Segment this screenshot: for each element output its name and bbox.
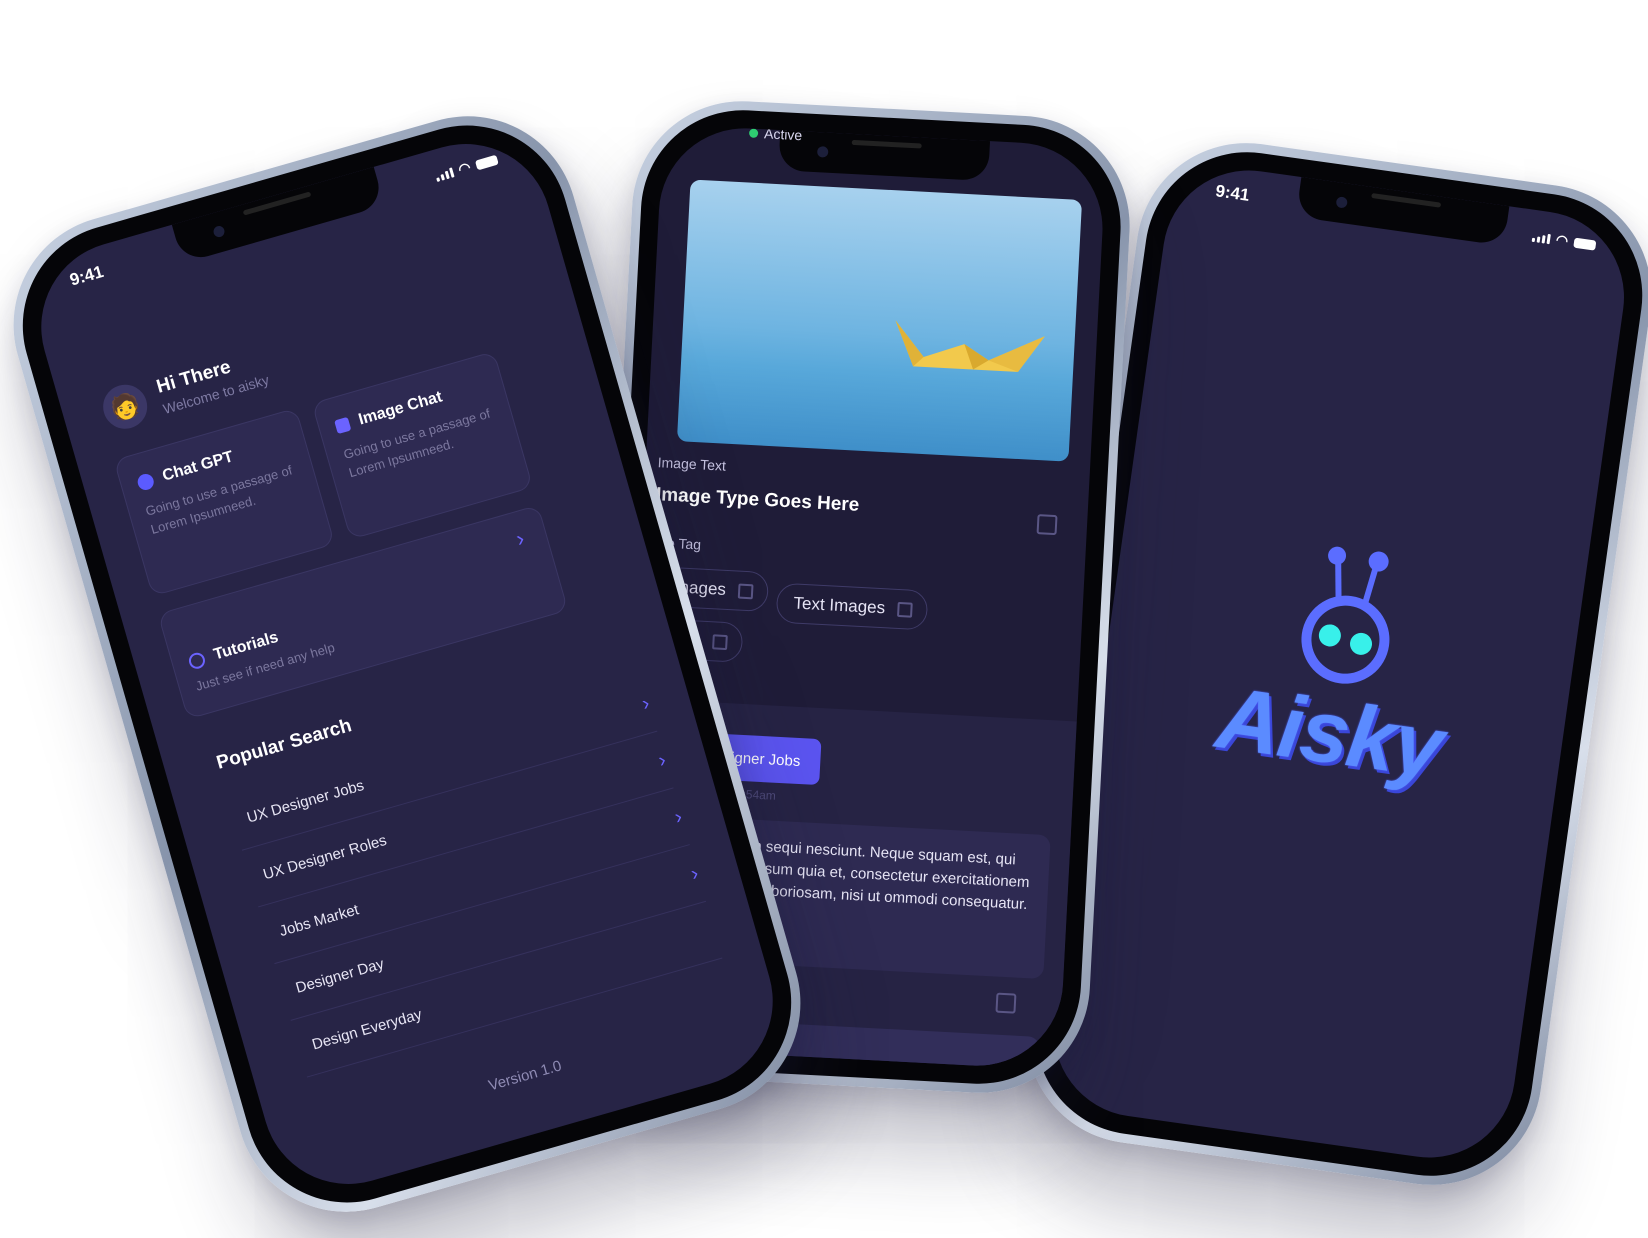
item-label: Design Everyday [309, 1005, 424, 1054]
image-title: Image Type Goes Here [655, 484, 860, 516]
status-time: 9:41 [1214, 181, 1251, 205]
chevron-right-icon: › [513, 525, 528, 552]
chip-label: Text Images [793, 593, 886, 618]
notch [171, 166, 385, 264]
robot-icon [1301, 546, 1390, 684]
chevron-right-icon: › [688, 861, 701, 885]
greeting: 🧑 Hi There Welcome to aisky [97, 345, 271, 434]
wifi-icon: ◠ [1554, 231, 1570, 249]
splash-screen: 9:41 ◠ Aisky [1042, 159, 1636, 1169]
signal-icon [434, 166, 455, 182]
active-status: Active [748, 125, 803, 144]
help-icon [187, 650, 207, 671]
paper-boat-icon [895, 320, 1045, 372]
tag-chip[interactable]: Text Images [775, 582, 929, 631]
battery-icon [1573, 237, 1597, 251]
avatar[interactable]: 🧑 [97, 379, 153, 434]
status-icons: ◠ [1531, 228, 1597, 254]
chevron-right-icon: › [655, 748, 669, 772]
status-icons: ◠ [433, 151, 499, 185]
battery-icon [474, 154, 499, 170]
copy-icon[interactable] [737, 583, 754, 599]
notch [778, 130, 991, 182]
image-text-label: Image Text [657, 454, 727, 474]
chevron-right-icon: › [672, 805, 685, 829]
chat-icon [135, 472, 156, 492]
item-label: Designer Day [293, 954, 386, 997]
image-icon [334, 416, 352, 435]
image-chat-card[interactable]: Image Chat Going to use a passage of Lor… [311, 350, 534, 540]
generated-image[interactable] [676, 179, 1083, 462]
copy-icon[interactable] [1036, 514, 1058, 536]
copy-icon[interactable] [995, 992, 1017, 1014]
notch [1295, 177, 1510, 246]
chevron-right-icon: › [639, 691, 652, 715]
logo-text: Aisky [1211, 667, 1448, 797]
online-dot-icon [748, 128, 759, 138]
copy-icon[interactable] [712, 633, 728, 650]
wifi-icon: ◠ [456, 158, 473, 178]
copy-icon[interactable] [896, 601, 913, 618]
app-logo: Aisky [1208, 522, 1470, 799]
status-time: 9:41 [67, 261, 106, 290]
item-label: Jobs Market [277, 900, 361, 940]
active-label: Active [763, 125, 803, 144]
chat-gpt-card[interactable]: Chat GPT Going to use a passage of Lorem… [113, 407, 336, 597]
signal-icon [1531, 231, 1551, 244]
item-label: UX Designer Jobs [244, 776, 366, 827]
